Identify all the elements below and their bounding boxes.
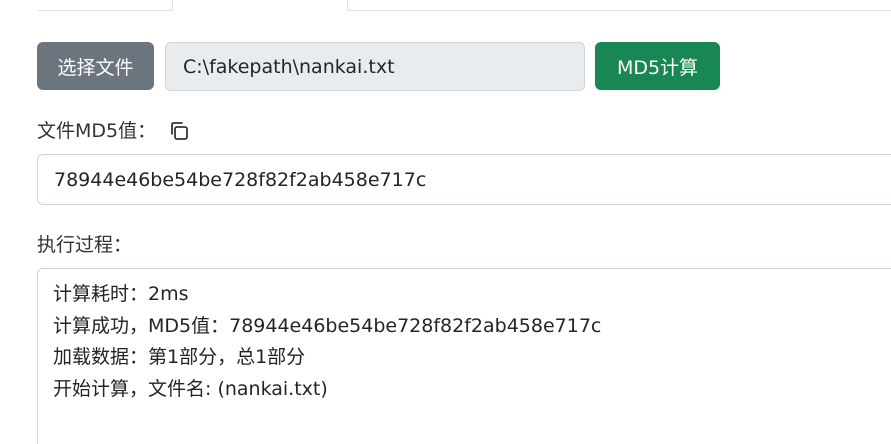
tab-strip xyxy=(0,0,891,11)
log-line: 加载数据：第1部分，总1部分 xyxy=(53,346,306,368)
tab-active[interactable] xyxy=(172,0,348,11)
tab-strip-filler xyxy=(347,0,891,11)
md5-label: 文件MD5值： xyxy=(37,119,157,142)
log-line: 计算耗时：2ms xyxy=(53,283,189,305)
choose-file-button[interactable]: 选择文件 xyxy=(37,42,154,90)
log-line: 开始计算，文件名: (nankai.txt) xyxy=(53,377,328,400)
md5-tool-page: 选择文件 C:\fakepath\nankai.txt MD5计算 文件MD5值… xyxy=(0,0,891,444)
tab-inactive-left[interactable] xyxy=(37,0,172,11)
file-path-field[interactable]: C:\fakepath\nankai.txt xyxy=(165,42,585,91)
md5-calculate-button[interactable]: MD5计算 xyxy=(595,42,720,90)
copy-icon[interactable] xyxy=(168,120,190,142)
md5-value-field[interactable]: 78944e46be54be728f82f2ab458e717c xyxy=(37,154,891,205)
md5-label-row: 文件MD5值： xyxy=(37,115,190,143)
process-label: 执行过程： xyxy=(37,233,133,256)
log-line: 计算成功，MD5值：78944e46be54be728f82f2ab458e71… xyxy=(53,314,602,337)
md5-value: 78944e46be54be728f82f2ab458e717c xyxy=(54,168,427,191)
process-log-textarea[interactable]: 计算耗时：2ms 计算成功，MD5值：78944e46be54be728f82f… xyxy=(37,268,891,444)
file-path-value: C:\fakepath\nankai.txt xyxy=(183,55,395,78)
